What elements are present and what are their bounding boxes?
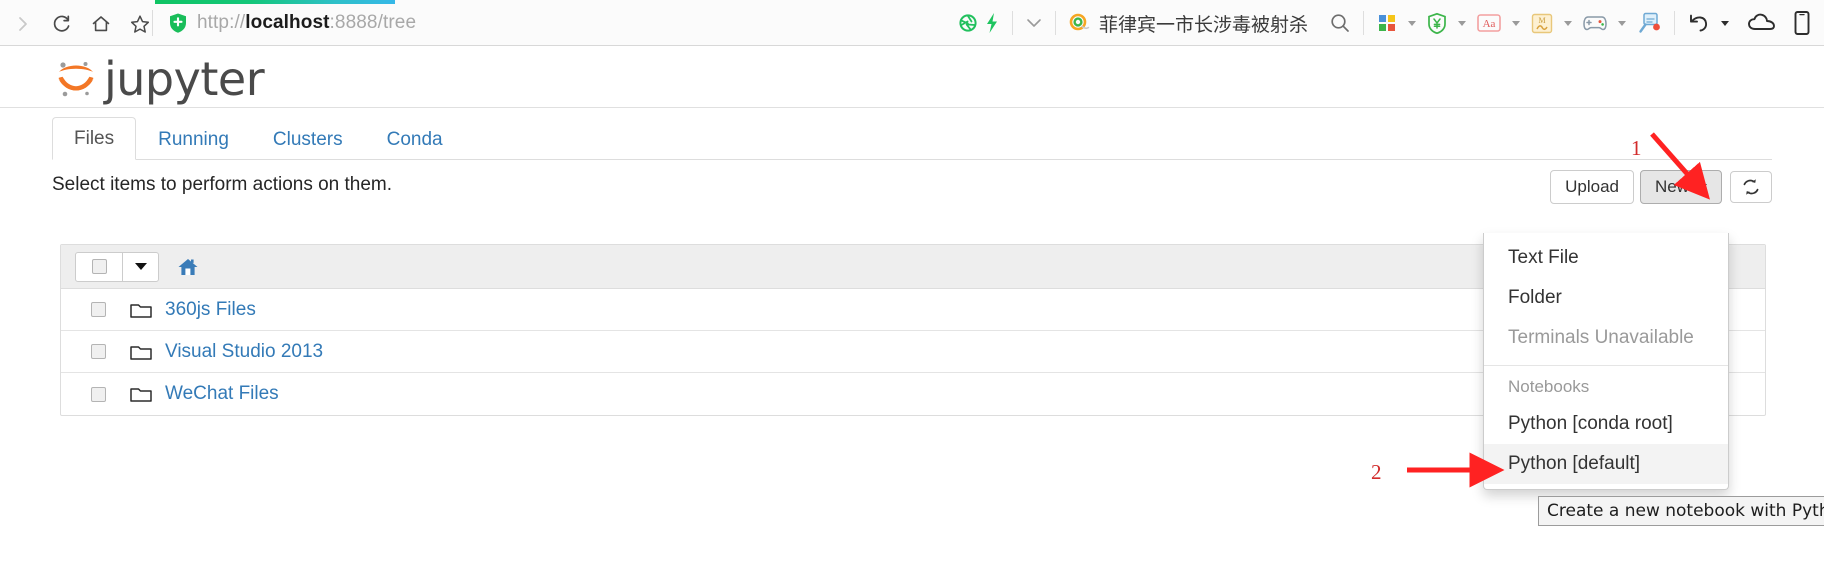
annotation-number-2: 2 <box>1371 460 1382 484</box>
apps-grid-icon[interactable] <box>1373 0 1401 46</box>
star-icon[interactable] <box>125 9 155 39</box>
action-row: Select items to perform actions on them.… <box>52 170 1772 212</box>
tab-clusters[interactable]: Clusters <box>251 118 365 160</box>
tab-conda[interactable]: Conda <box>365 118 465 160</box>
chevron-down-icon[interactable] <box>1721 20 1729 26</box>
menu-item-terminals-unavailable: Terminals Unavailable <box>1508 327 1694 348</box>
aperture-icon[interactable] <box>955 0 981 46</box>
select-all-group[interactable] <box>75 251 159 282</box>
checkbox-box <box>91 259 107 274</box>
row-checkbox[interactable] <box>75 386 121 402</box>
screenshot-icon[interactable] <box>1633 0 1665 46</box>
chevron-down-icon <box>134 263 147 270</box>
address-bar[interactable]: http://localhost:8888/tree <box>168 0 416 46</box>
breadcrumb-home-icon[interactable] <box>177 257 199 277</box>
cloud-icon[interactable] <box>1744 0 1780 46</box>
menu-item-folder[interactable]: Folder <box>1484 278 1728 318</box>
jupyter-logo-icon <box>58 62 94 97</box>
url-text: http://localhost:8888/tree <box>197 12 416 34</box>
annotation-arrow-2 <box>1407 452 1505 488</box>
main-tabs: Files Running Clusters Conda <box>52 117 1772 160</box>
browser-chrome: http://localhost:8888/tree 菲律宾一市长涉毒被射杀 A… <box>0 0 1824 46</box>
chevron-down-icon[interactable] <box>1618 20 1626 26</box>
game-icon[interactable] <box>1579 0 1611 46</box>
mobile-icon[interactable] <box>1790 0 1814 46</box>
undo-icon[interactable] <box>1684 0 1714 46</box>
svg-text:M: M <box>1538 16 1545 25</box>
lightning-bolt-icon[interactable] <box>981 0 1003 46</box>
url-suffix: :8888/tree <box>329 12 417 33</box>
file-name-link[interactable]: 360js Files <box>165 299 256 321</box>
svg-text:Aa: Aa <box>1483 18 1496 30</box>
toolbar-divider <box>152 10 153 36</box>
row-checkbox[interactable] <box>75 344 121 359</box>
chevron-down-icon[interactable] <box>1458 20 1466 26</box>
upload-button[interactable]: Upload <box>1550 170 1634 204</box>
menu-item-text-file[interactable]: Text File <box>1484 238 1728 278</box>
toolbar-divider <box>1363 11 1364 35</box>
home-icon[interactable] <box>86 9 116 39</box>
toolbar-divider <box>1674 11 1675 35</box>
chevron-down-icon[interactable] <box>1022 0 1046 46</box>
url-host: localhost <box>245 12 330 33</box>
jupyter-wordmark: jupyter <box>104 52 265 106</box>
jupyter-logo[interactable]: jupyter <box>52 52 265 106</box>
chevron-down-icon[interactable] <box>1512 20 1520 26</box>
checkbox-box <box>90 386 106 402</box>
translate-icon[interactable]: Aa <box>1473 0 1505 46</box>
annotation-arrow-1 <box>1650 132 1710 200</box>
folder-icon <box>129 384 153 404</box>
jupyter-header: jupyter <box>0 46 1824 108</box>
menu-divider <box>1484 365 1728 366</box>
search-query-text: 菲律宾一市长涉毒被射杀 <box>1098 13 1308 36</box>
toolbar-divider <box>1054 11 1056 35</box>
wallet-shield-icon[interactable] <box>1423 0 1451 46</box>
new-dropdown-menu: Text File Folder Terminals Unavailable N… <box>1483 233 1729 490</box>
checkbox-box <box>90 302 106 317</box>
file-name-link[interactable]: WeChat Files <box>165 383 279 405</box>
search-engine-icon[interactable] <box>1065 0 1095 46</box>
search-icon[interactable] <box>1326 0 1354 46</box>
chevron-down-icon[interactable] <box>1408 20 1416 26</box>
file-name-link[interactable]: Visual Studio 2013 <box>165 341 323 363</box>
url-prefix: http:// <box>197 12 246 33</box>
forward-arrow-icon[interactable] <box>8 9 38 39</box>
tooltip: Create a new notebook with Python [defau… <box>1538 496 1824 526</box>
skin-icon[interactable]: M <box>1527 0 1557 46</box>
refresh-icon <box>1743 179 1759 195</box>
select-all-dropdown[interactable] <box>122 252 158 281</box>
annotation-number-1: 1 <box>1631 136 1642 160</box>
reload-icon[interactable] <box>47 9 77 39</box>
tab-files[interactable]: Files <box>52 117 137 160</box>
refresh-button[interactable] <box>1730 171 1772 203</box>
browser-toolbar-right: 菲律宾一市长涉毒被射杀 Aa M <box>955 0 1824 46</box>
tab-running[interactable]: Running <box>136 118 251 160</box>
toolbar-divider <box>1011 11 1013 35</box>
checkbox-box <box>90 344 106 359</box>
row-checkbox[interactable] <box>75 302 121 317</box>
chevron-down-icon[interactable] <box>1564 20 1572 26</box>
select-items-hint: Select items to perform actions on them. <box>52 174 393 195</box>
select-all-checkbox[interactable] <box>76 253 122 281</box>
folder-icon <box>129 300 153 320</box>
folder-icon <box>129 342 153 362</box>
menu-section-notebooks: Notebooks <box>1508 377 1590 396</box>
shield-icon <box>168 12 188 34</box>
menu-item-python-conda-root[interactable]: Python [conda root] <box>1484 404 1728 444</box>
